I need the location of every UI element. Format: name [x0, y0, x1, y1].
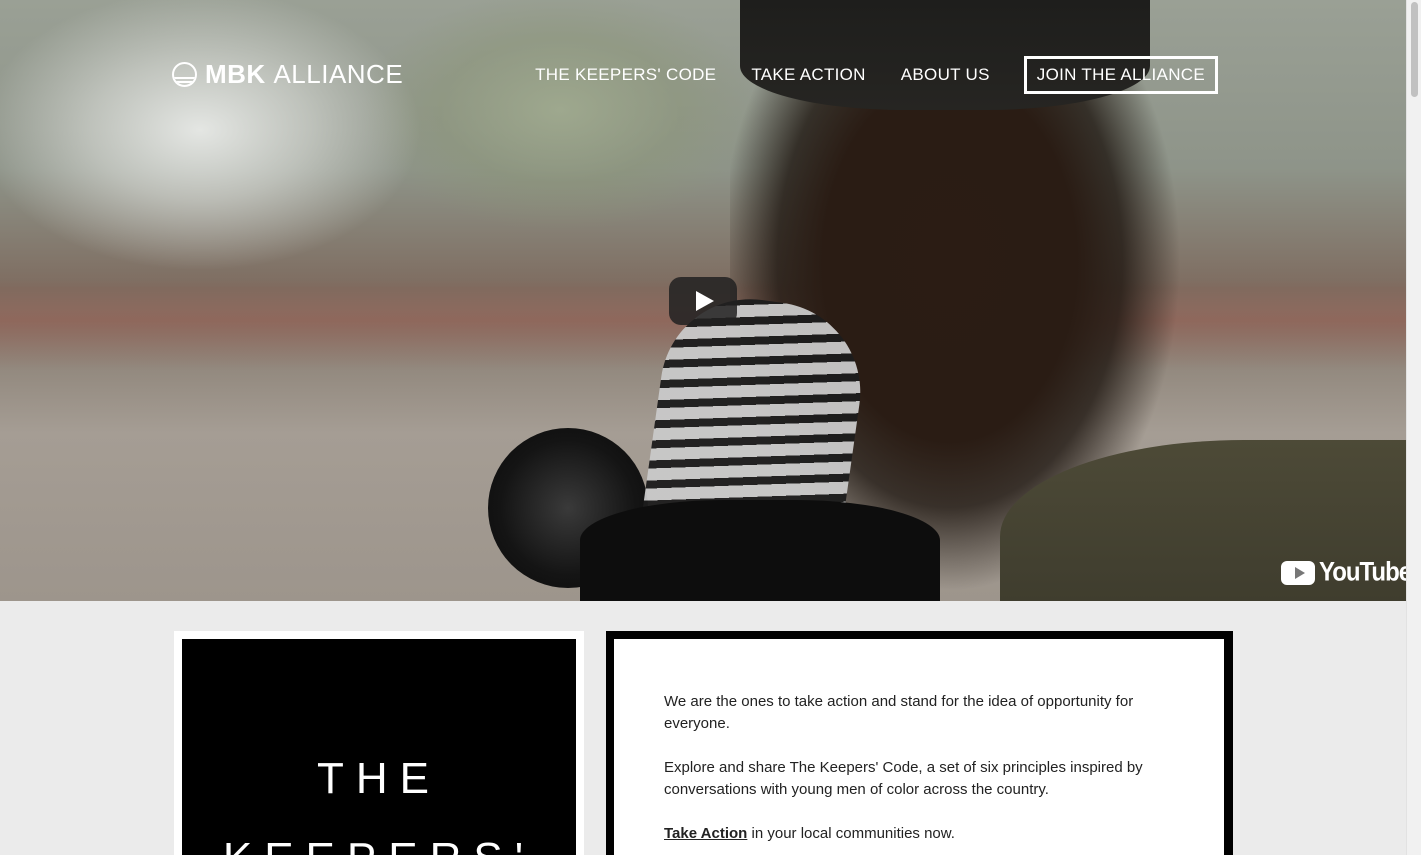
main-nav: THE KEEPERS' CODE TAKE ACTION ABOUT US J… [500, 56, 1218, 94]
play-icon[interactable] [669, 277, 737, 325]
keepers-code-image: THE KEEPERS' [182, 639, 576, 855]
page-scrollbar[interactable] [1406, 0, 1421, 855]
intro-paragraph-1: We are the ones to take action and stand… [664, 693, 1134, 732]
scrollbar-thumb[interactable] [1411, 2, 1418, 97]
nav-take-action[interactable]: TAKE ACTION [751, 65, 865, 85]
intro-card: We are the ones to take action and stand… [606, 631, 1233, 855]
youtube-logo[interactable]: YouTube [1281, 557, 1406, 588]
intro-paragraph-3: Take Action in your local communities no… [664, 823, 1174, 845]
keepers-code-card[interactable]: THE KEEPERS' [174, 631, 584, 855]
keepers-title-line1: THE [317, 754, 441, 803]
logo-text: MBK ALLIANCE [205, 58, 404, 89]
keepers-title-line2: KEEPERS' [182, 834, 576, 855]
youtube-label: YouTube [1319, 557, 1406, 588]
youtube-icon [1281, 561, 1315, 585]
logo-mark-icon [172, 61, 197, 87]
site-logo[interactable]: MBK ALLIANCE [172, 58, 404, 89]
nav-about-us[interactable]: ABOUT US [901, 65, 990, 85]
hero-video[interactable]: MBK ALLIANCE THE KEEPERS' CODE TAKE ACTI… [0, 0, 1406, 601]
intro-card-body: We are the ones to take action and stand… [614, 639, 1224, 855]
microphone-stand [580, 500, 940, 601]
take-action-link[interactable]: Take Action [664, 825, 747, 842]
video-background-blur [0, 0, 760, 300]
intro-paragraph-3-text: in your local communities now. [747, 825, 955, 842]
nav-keepers-code[interactable]: THE KEEPERS' CODE [535, 65, 716, 85]
join-alliance-button[interactable]: JOIN THE ALLIANCE [1023, 56, 1218, 94]
intro-paragraph-2: Explore and share The Keepers' Code, a s… [664, 759, 1143, 798]
